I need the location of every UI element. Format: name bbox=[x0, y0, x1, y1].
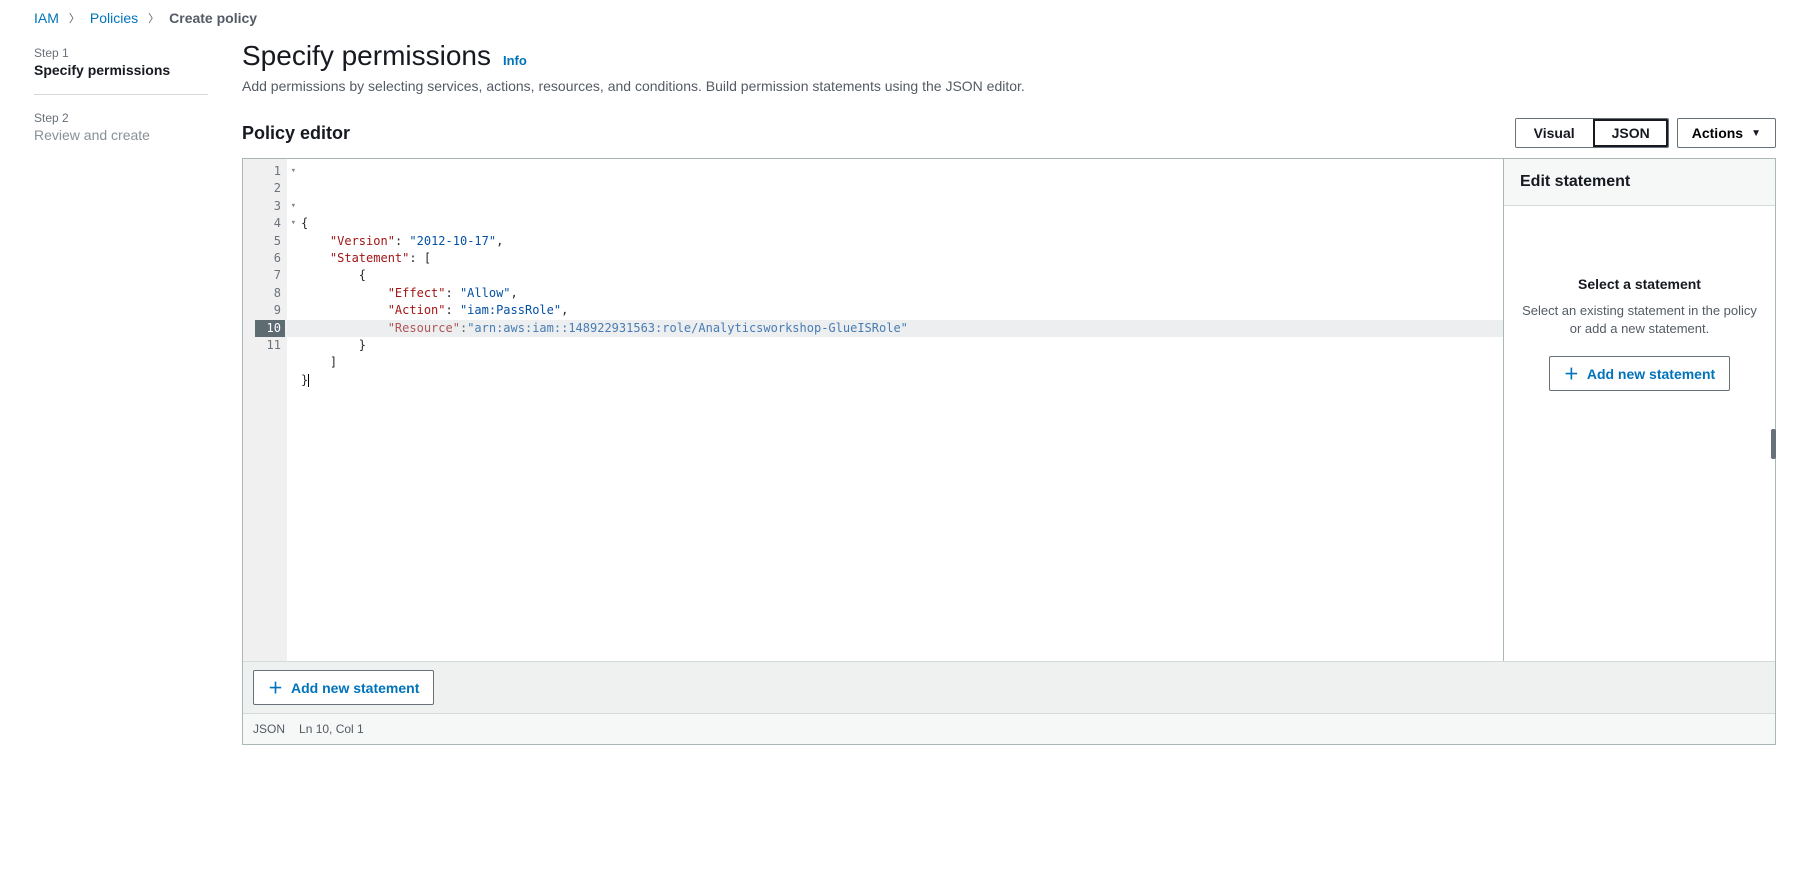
line-number: 7 bbox=[255, 267, 285, 284]
step-name: Review and create bbox=[34, 127, 208, 143]
text-cursor bbox=[308, 374, 309, 387]
plus-icon: ＋ bbox=[268, 677, 283, 698]
page-title: Specify permissions bbox=[242, 40, 491, 72]
plus-icon: ＋ bbox=[1564, 363, 1579, 384]
tab-visual[interactable]: Visual bbox=[1516, 119, 1593, 147]
line-number: 1 bbox=[255, 163, 285, 180]
step-name: Specify permissions bbox=[34, 62, 208, 78]
actions-label: Actions bbox=[1692, 125, 1743, 141]
json-editor[interactable]: 1234567891011 { "Version": "2012-10-17",… bbox=[243, 159, 1503, 661]
line-number: 6 bbox=[255, 250, 285, 267]
add-new-statement-button[interactable]: ＋ Add new statement bbox=[1549, 356, 1730, 391]
status-cursor-pos: Ln 10, Col 1 bbox=[299, 722, 364, 736]
divider bbox=[34, 94, 208, 95]
wizard-steps: Step 1 Specify permissions Step 2 Review… bbox=[0, 36, 242, 745]
select-statement-heading: Select a statement bbox=[1578, 276, 1701, 292]
editor-toolbar: ＋ Add new statement bbox=[243, 661, 1775, 713]
edit-statement-panel: Edit statement Select a statement Select… bbox=[1503, 159, 1775, 661]
code-content[interactable]: { "Version": "2012-10-17", "Statement": … bbox=[287, 159, 1503, 661]
status-mode: JSON bbox=[253, 722, 285, 736]
code-line[interactable]: } bbox=[301, 372, 1503, 389]
breadcrumb-current: Create policy bbox=[169, 10, 257, 26]
line-number: 10 bbox=[255, 320, 285, 337]
editor-status-bar: JSON Ln 10, Col 1 bbox=[243, 713, 1775, 744]
breadcrumb: IAM 〉 Policies 〉 Create policy bbox=[0, 0, 1810, 36]
line-number: 2 bbox=[255, 180, 285, 197]
breadcrumb-link-policies[interactable]: Policies bbox=[90, 10, 138, 26]
line-number: 5 bbox=[255, 233, 285, 250]
line-number: 8 bbox=[255, 285, 285, 302]
add-statement-label: Add new statement bbox=[291, 680, 419, 696]
chevron-right-icon: 〉 bbox=[69, 10, 80, 26]
line-number: 11 bbox=[255, 337, 285, 354]
code-line[interactable]: { bbox=[301, 267, 1503, 284]
policy-editor-title: Policy editor bbox=[242, 123, 350, 144]
code-line[interactable]: "Action": "iam:PassRole", bbox=[301, 302, 1503, 319]
info-link[interactable]: Info bbox=[503, 53, 527, 68]
line-number: 3 bbox=[255, 198, 285, 215]
edit-statement-title: Edit statement bbox=[1504, 159, 1775, 206]
line-number: 4 bbox=[255, 215, 285, 232]
add-new-statement-button[interactable]: ＋ Add new statement bbox=[253, 670, 434, 705]
page-subtitle: Add permissions by selecting services, a… bbox=[242, 78, 1776, 94]
add-statement-label: Add new statement bbox=[1587, 366, 1715, 382]
line-gutter: 1234567891011 bbox=[243, 159, 287, 661]
code-line[interactable] bbox=[301, 389, 1503, 406]
actions-dropdown[interactable]: Actions ▼ bbox=[1677, 118, 1776, 148]
editor-mode-toggle: Visual JSON bbox=[1515, 118, 1669, 148]
code-line[interactable]: ] bbox=[301, 354, 1503, 371]
chevron-right-icon: 〉 bbox=[148, 10, 159, 26]
code-line[interactable]: } bbox=[301, 337, 1503, 354]
select-statement-desc: Select an existing statement in the poli… bbox=[1520, 302, 1759, 338]
panel-resize-handle[interactable] bbox=[1771, 429, 1776, 459]
code-line[interactable]: { bbox=[301, 215, 1503, 232]
code-line[interactable]: "Effect": "Allow", bbox=[301, 285, 1503, 302]
step-label: Step 1 bbox=[34, 46, 208, 60]
policy-editor: 1234567891011 { "Version": "2012-10-17",… bbox=[242, 158, 1776, 745]
breadcrumb-link-iam[interactable]: IAM bbox=[34, 10, 59, 26]
tab-json[interactable]: JSON bbox=[1593, 119, 1668, 147]
wizard-step-1[interactable]: Step 1 Specify permissions bbox=[34, 46, 208, 78]
code-line[interactable]: "Version": "2012-10-17", bbox=[301, 233, 1503, 250]
wizard-step-2[interactable]: Step 2 Review and create bbox=[34, 111, 208, 143]
step-label: Step 2 bbox=[34, 111, 208, 125]
active-line-highlight bbox=[287, 320, 1503, 337]
line-number: 9 bbox=[255, 302, 285, 319]
caret-down-icon: ▼ bbox=[1751, 128, 1761, 139]
code-line[interactable]: "Statement": [ bbox=[301, 250, 1503, 267]
